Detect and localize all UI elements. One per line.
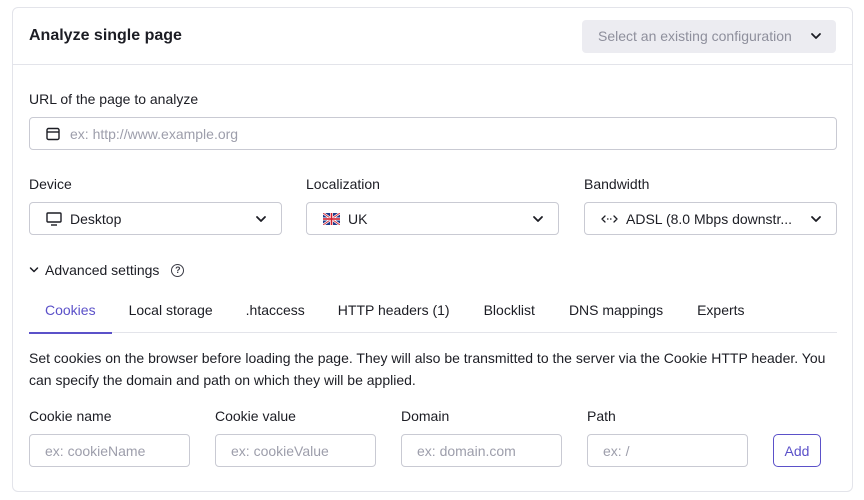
path-label: Path [587,408,616,424]
cookie-value-placeholder: ex: cookieValue [231,442,329,459]
chevron-down-icon [29,267,39,273]
device-value: Desktop [70,210,122,227]
tab-experts[interactable]: Experts [697,287,744,333]
path-input[interactable]: ex: / [587,434,748,467]
url-label: URL of the page to analyze [29,91,199,107]
bandwidth-select[interactable]: ADSL (8.0 Mbps downstr... [584,202,837,235]
url-input[interactable]: ex: http://www.example.org [29,117,837,150]
url-placeholder: ex: http://www.example.org [70,125,239,142]
domain-input[interactable]: ex: domain.com [401,434,562,467]
monitor-icon [46,211,62,226]
localization-label: Localization [306,176,380,192]
cookie-name-input[interactable]: ex: cookieName [29,434,190,467]
configuration-select[interactable]: Select an existing configuration [582,19,836,53]
advanced-settings-toggle[interactable]: Advanced settings ? [29,262,185,278]
chevron-down-icon [811,33,821,39]
domain-label: Domain [401,408,450,424]
analyze-card: Analyze single page Select an existing c… [12,7,853,492]
bandwidth-value: ADSL (8.0 Mbps downstr... [626,210,792,227]
tab-htaccess[interactable]: .htaccess [246,287,305,333]
browser-window-icon [46,127,60,140]
tab-dns-mappings[interactable]: DNS mappings [569,287,663,333]
cookie-value-label: Cookie value [215,408,296,424]
add-cookie-button[interactable]: Add [773,434,821,467]
device-select[interactable]: Desktop [29,202,282,235]
cookie-name-placeholder: ex: cookieName [45,442,146,459]
advanced-settings-label: Advanced settings [45,262,160,278]
tab-blocklist[interactable]: Blocklist [484,287,535,333]
card-header: Analyze single page Select an existing c… [13,8,852,65]
localization-select[interactable]: UK [306,202,559,235]
path-placeholder: ex: / [603,442,630,459]
code-arrows-icon [601,214,618,223]
cookie-name-label: Cookie name [29,408,112,424]
cookies-description: Set cookies on the browser before loadin… [29,350,826,388]
tab-cookies[interactable]: Cookies [29,287,112,334]
chevron-down-icon [811,215,821,222]
configuration-select-placeholder: Select an existing configuration [598,28,792,44]
cookie-value-input[interactable]: ex: cookieValue [215,434,376,467]
page-title: Analyze single page [29,27,182,44]
localization-value: UK [348,210,368,227]
help-icon[interactable]: ? [171,263,185,277]
chevron-down-icon [256,215,266,222]
chevron-down-icon [533,215,543,222]
uk-flag-icon [323,212,340,225]
settings-tabs: Cookies Local storage .htaccess HTTP hea… [29,287,837,334]
device-label: Device [29,176,72,192]
tab-http-headers[interactable]: HTTP headers (1) [338,287,450,333]
tab-local-storage[interactable]: Local storage [129,287,213,333]
domain-placeholder: ex: domain.com [417,442,516,459]
bandwidth-label: Bandwidth [584,176,650,192]
